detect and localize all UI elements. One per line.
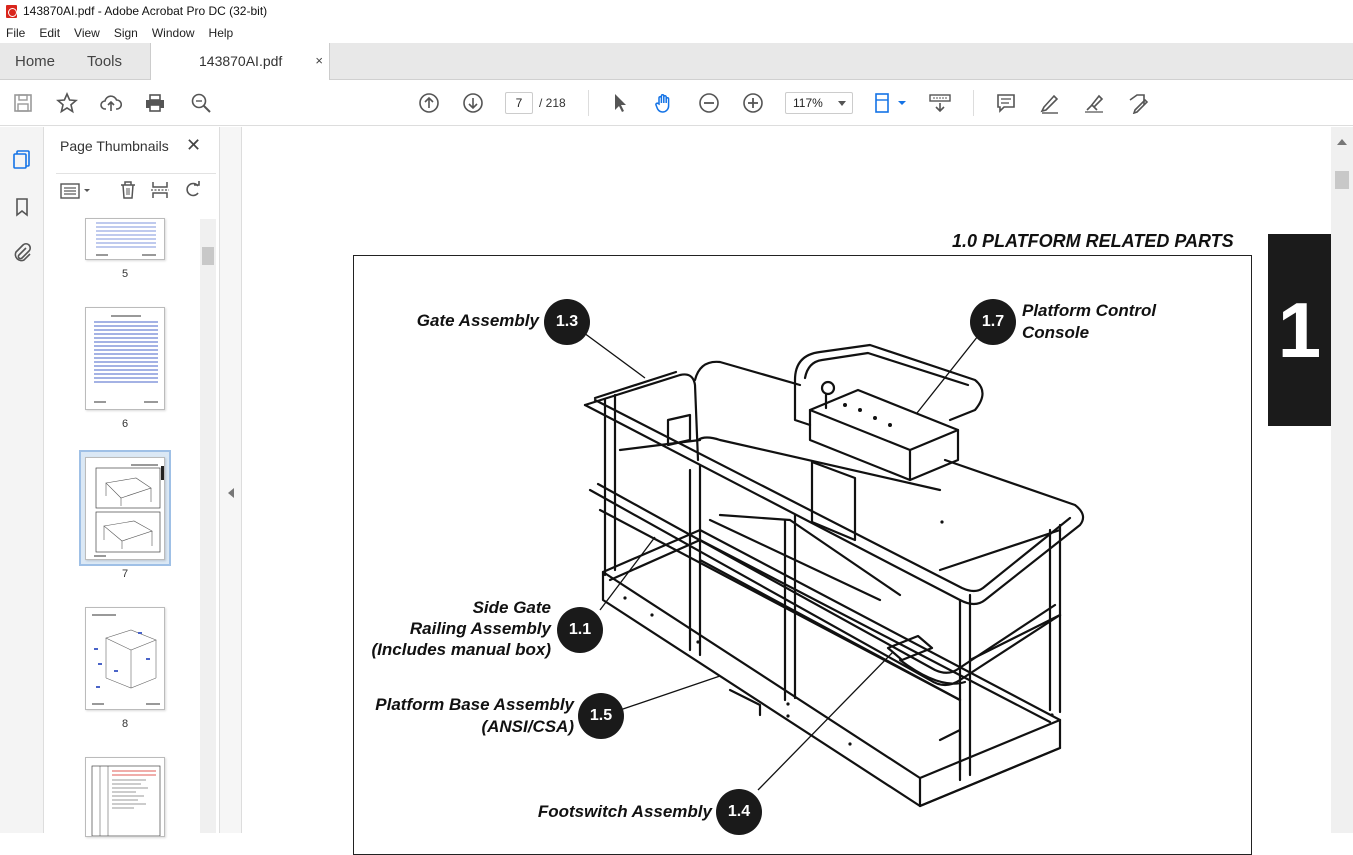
comment-icon[interactable]	[993, 90, 1019, 116]
page-fit-icon[interactable]	[872, 90, 912, 116]
tab-tools[interactable]: Tools	[87, 43, 122, 80]
menu-help[interactable]: Help	[209, 26, 234, 40]
chevron-down-icon	[838, 101, 846, 106]
tab-document-label: 143870AI.pdf	[199, 53, 283, 69]
callout-label-gate: Gate Assembly	[416, 311, 539, 330]
draw-sign-icon[interactable]	[1081, 90, 1107, 116]
search-icon[interactable]	[188, 90, 214, 116]
callout-label-console-line2: Console	[1022, 323, 1090, 342]
scroll-up-icon[interactable]	[1337, 139, 1347, 145]
options-menu-icon[interactable]	[60, 182, 94, 200]
panel-collapse-handle[interactable]	[220, 127, 242, 833]
fill-sign-icon[interactable]	[1125, 90, 1151, 116]
title-bar: 143870AI.pdf - Adobe Acrobat Pro DC (32-…	[0, 0, 1353, 22]
window-title: 143870AI.pdf - Adobe Acrobat Pro DC (32-…	[23, 4, 268, 18]
page-thumbnails-icon[interactable]	[10, 147, 34, 171]
thumbnail-label: 5	[121, 268, 129, 280]
tab-close-icon[interactable]: ×	[315, 53, 323, 68]
page-total: / 218	[539, 96, 566, 110]
bookmark-icon[interactable]	[10, 195, 34, 219]
zoom-in-icon[interactable]	[740, 90, 766, 116]
thumbnail-preview	[91, 765, 161, 836]
delete-icon[interactable]	[118, 180, 138, 200]
callout-label-side-gate-line3: (Includes manual box)	[371, 640, 551, 659]
thumbnail-scrollbar[interactable]	[200, 219, 216, 833]
callout-badge-side-gate: 1.1	[557, 607, 603, 653]
callout-label-footswitch: Footswitch Assembly	[537, 802, 712, 821]
thumbnail-preview	[92, 614, 160, 705]
thumbnail-page-7[interactable]	[85, 457, 165, 560]
close-icon[interactable]: ✕	[186, 135, 201, 156]
thumbnail-preview	[94, 464, 164, 557]
print-icon[interactable]	[142, 90, 168, 116]
select-cursor-icon[interactable]	[607, 90, 633, 116]
extract-pages-icon[interactable]	[150, 180, 170, 200]
zoom-out-icon[interactable]	[696, 90, 722, 116]
panel-toolbar	[56, 173, 216, 201]
callout-badge-base: 1.5	[578, 693, 624, 739]
scroll-thumb[interactable]	[202, 247, 214, 265]
menu-view[interactable]: View	[74, 26, 100, 40]
tab-bar: Home Tools 143870AI.pdf ×	[0, 43, 1353, 80]
page-number-input[interactable]: 7	[505, 92, 533, 114]
callout-label-base-line1: Platform Base Assembly	[375, 695, 574, 714]
scroll-thumb[interactable]	[1335, 171, 1349, 189]
previous-page-icon[interactable]	[416, 90, 442, 116]
callout-label-console-line1: Platform Control	[1022, 301, 1157, 320]
tab-document[interactable]: 143870AI.pdf ×	[150, 43, 330, 80]
section-heading: 1.0 PLATFORM RELATED PARTS	[952, 231, 1234, 251]
callout-badge-console: 1.7	[970, 299, 1016, 345]
thumbnails-panel: Page Thumbnails ✕ 5 6 7 8	[44, 127, 220, 837]
thumbnail-page-9[interactable]	[85, 757, 165, 837]
menu-sign[interactable]: Sign	[114, 26, 138, 40]
thumbnail-preview	[96, 222, 156, 256]
thumbnail-page-6[interactable]	[85, 307, 165, 410]
chapter-tab: 1	[1268, 234, 1331, 426]
next-page-icon[interactable]	[460, 90, 486, 116]
toolbar-divider	[973, 90, 974, 116]
pdf-file-icon	[6, 4, 17, 18]
callout-label-side-gate-line1: Side Gate	[472, 598, 551, 617]
highlight-pen-icon[interactable]	[1037, 90, 1063, 116]
save-icon[interactable]	[10, 90, 36, 116]
platform-drawing	[579, 329, 1085, 808]
chevron-left-icon	[228, 488, 234, 498]
panel-title: Page Thumbnails	[60, 138, 169, 154]
thumbnail-label: 7	[121, 568, 129, 580]
left-rail	[0, 127, 44, 833]
cloud-upload-icon[interactable]	[98, 90, 124, 116]
hand-tool-icon[interactable]	[651, 90, 677, 116]
tab-home[interactable]: Home	[15, 43, 55, 80]
callout-label-side-gate-line2: Railing Assembly	[409, 619, 551, 638]
thumbnail-label: 6	[121, 418, 129, 430]
scroll-mode-icon[interactable]	[927, 90, 955, 116]
zoom-value: 117%	[793, 96, 823, 110]
attachment-icon[interactable]	[10, 240, 34, 264]
document-scrollbar[interactable]	[1331, 127, 1353, 833]
thumbnail-preview	[94, 315, 158, 403]
toolbar	[0, 80, 1353, 126]
thumbnail-page-8[interactable]	[85, 607, 165, 710]
bookmark-star-icon[interactable]	[54, 90, 80, 116]
thumbnail-label: 8	[121, 718, 129, 730]
callout-label-base-line2: (ANSI/CSA)	[481, 717, 574, 736]
menu-edit[interactable]: Edit	[39, 26, 60, 40]
callout-badge-footswitch: 1.4	[716, 789, 762, 835]
toolbar-divider	[588, 90, 589, 116]
rotate-icon[interactable]	[183, 180, 203, 200]
thumbnail-page-5[interactable]	[85, 218, 165, 260]
zoom-select[interactable]: 117%	[785, 92, 853, 114]
menu-window[interactable]: Window	[152, 26, 195, 40]
menu-file[interactable]: File	[6, 26, 25, 40]
callout-badge-gate: 1.3	[544, 299, 590, 345]
menu-bar: File Edit View Sign Window Help	[0, 22, 1353, 43]
